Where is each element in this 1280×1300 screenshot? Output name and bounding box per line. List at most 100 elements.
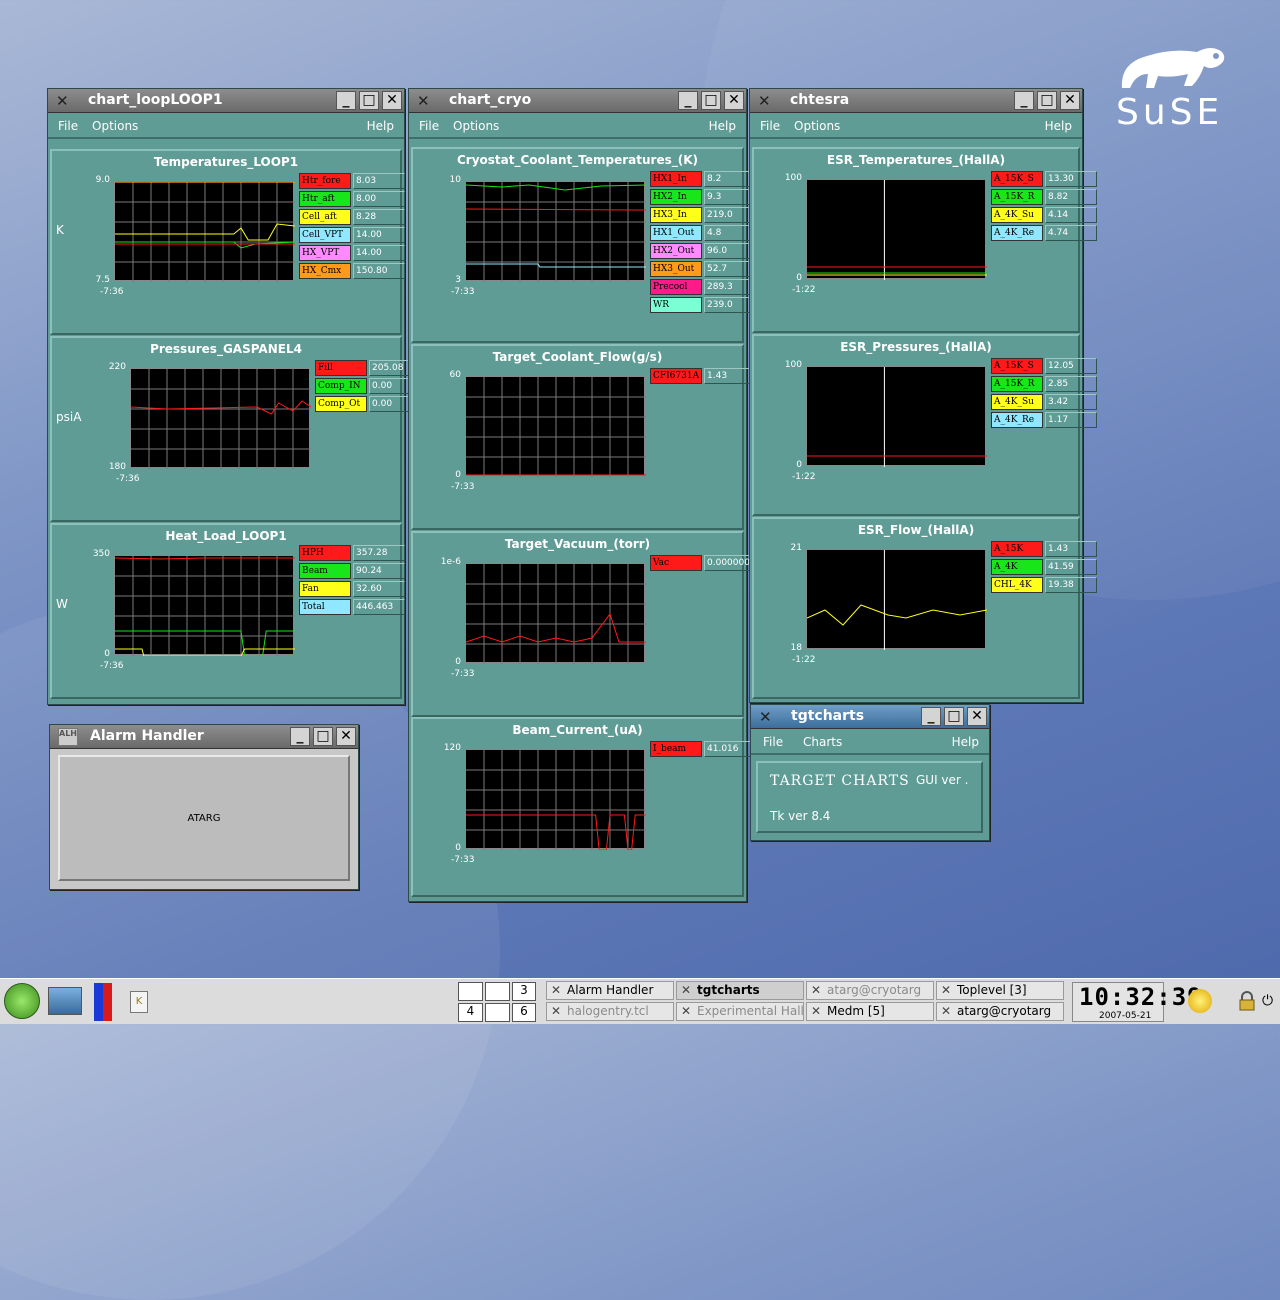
legend-channel-button[interactable]: A_4K_Re	[991, 225, 1043, 241]
legend-channel-button[interactable]: Cell_aft	[299, 209, 351, 225]
close-button[interactable]: ✕	[724, 91, 744, 110]
legend-channel-button[interactable]: HX3_In	[650, 207, 702, 223]
legend-channel-button[interactable]: CHL_4K	[991, 577, 1043, 593]
pager-desktop-6[interactable]: 6	[512, 1003, 536, 1022]
menu-help[interactable]: Help	[1045, 119, 1072, 133]
pager-desktop-5[interactable]	[485, 1003, 510, 1022]
alarm-group-button[interactable]: ATARG	[58, 755, 350, 881]
minimize-button[interactable]: _	[1014, 91, 1034, 110]
legend-channel-button[interactable]: A_15K	[991, 541, 1043, 557]
clock[interactable]: 10:32:39 2007-05-21	[1072, 982, 1202, 1022]
close-button[interactable]: ✕	[382, 91, 402, 110]
menu-charts[interactable]: Charts	[803, 735, 842, 749]
close-button[interactable]: ✕	[1060, 91, 1080, 110]
pager-desktop-2[interactable]	[485, 982, 510, 1001]
pager-desktop-1[interactable]	[458, 982, 483, 1001]
legend-channel-button[interactable]: Htr_fore	[299, 173, 351, 189]
legend-channel-button[interactable]: I_beam	[650, 741, 702, 757]
pager-desktop-3[interactable]: 3	[512, 982, 536, 1001]
system-monitor-icon[interactable]	[94, 983, 112, 1021]
task-atarg-cryotarg-2[interactable]: atarg@cryotarg ✕	[936, 1002, 1064, 1021]
x-window-icon[interactable]: ✕	[759, 708, 781, 726]
minimize-button[interactable]: _	[290, 727, 310, 746]
logout-icon[interactable]: ⏻	[1262, 993, 1276, 1009]
legend-channel-button[interactable]: HX2_In	[650, 189, 702, 205]
maximize-button[interactable]: □	[944, 707, 964, 726]
legend-channel-button[interactable]: CFI6731A	[650, 368, 702, 384]
titlebar[interactable]: ✕ chtesra _ □ ✕	[750, 89, 1082, 113]
plot-area[interactable]	[114, 555, 295, 657]
legend-channel-button[interactable]: Htr_aft	[299, 191, 351, 207]
close-button[interactable]: ✕	[967, 707, 987, 726]
minimize-button[interactable]: _	[921, 707, 941, 726]
task-toplevel[interactable]: Toplevel [3] ✕	[936, 981, 1064, 1000]
menu-help[interactable]: Help	[709, 119, 736, 133]
legend-channel-button[interactable]: HX_VPT	[299, 245, 351, 261]
plot-area[interactable]	[465, 181, 647, 282]
legend-channel-button[interactable]: Comp_IN	[315, 378, 367, 394]
plot-area[interactable]	[465, 563, 646, 664]
menu-options[interactable]: Options	[92, 119, 138, 133]
legend-channel-button[interactable]: HX1_In	[650, 171, 702, 187]
legend-channel-button[interactable]: Comp_Ot	[315, 396, 367, 412]
x-window-icon[interactable]: ✕	[417, 92, 439, 110]
start-menu-icon[interactable]	[4, 983, 40, 1019]
plot-area[interactable]	[806, 366, 987, 467]
titlebar[interactable]: ALH Alarm Handler _ □ ✕	[50, 725, 358, 749]
x-window-icon[interactable]: ✕	[758, 92, 780, 110]
plot-area[interactable]	[465, 376, 646, 477]
legend-channel-button[interactable]: Fill	[315, 360, 367, 376]
konqueror-icon[interactable]: K	[130, 991, 148, 1013]
legend-channel-button[interactable]: A_15K_S	[991, 358, 1043, 374]
lock-icon[interactable]	[1238, 991, 1256, 1011]
task-atarg-cryotarg-1[interactable]: atarg@cryotarg ✕	[806, 981, 934, 1000]
legend-channel-button[interactable]: Beam	[299, 563, 351, 579]
plot-area[interactable]	[465, 749, 646, 851]
legend-channel-button[interactable]: A_15K_R	[991, 376, 1043, 392]
menu-file[interactable]: File	[760, 119, 780, 133]
legend-channel-button[interactable]: Vac	[650, 555, 702, 571]
menu-options[interactable]: Options	[453, 119, 499, 133]
legend-channel-button[interactable]: A_4K_Su	[991, 207, 1043, 223]
close-button[interactable]: ✕	[336, 727, 356, 746]
titlebar[interactable]: ✕ chart_cryo _ □ ✕	[409, 89, 746, 113]
task-alarm-handler[interactable]: Alarm Handler ✕	[546, 981, 674, 1000]
minimize-button[interactable]: _	[336, 91, 356, 110]
task-medm[interactable]: Medm [5] ✕	[806, 1002, 934, 1021]
task-experimental-hall[interactable]: Experimental Hall ✕	[676, 1002, 804, 1021]
maximize-button[interactable]: □	[313, 727, 333, 746]
legend-channel-button[interactable]: HX2_Out	[650, 243, 702, 259]
minimize-button[interactable]: _	[678, 91, 698, 110]
plot-area[interactable]	[114, 181, 296, 282]
legend-channel-button[interactable]: WR	[650, 297, 702, 313]
desktop-preview-icon[interactable]	[48, 987, 82, 1015]
menu-options[interactable]: Options	[794, 119, 840, 133]
titlebar[interactable]: ✕ chart_loopLOOP1 _ □ ✕	[48, 89, 404, 113]
maximize-button[interactable]: □	[359, 91, 379, 110]
plot-area[interactable]	[806, 549, 988, 650]
plot-area[interactable]	[130, 368, 312, 469]
menu-help[interactable]: Help	[367, 119, 394, 133]
update-notifier-icon[interactable]	[1188, 989, 1212, 1013]
x-window-icon[interactable]: ✕	[56, 92, 78, 110]
legend-channel-button[interactable]: A_4K_Re	[991, 412, 1043, 428]
task-halogentry[interactable]: halogentry.tcl ✕	[546, 1002, 674, 1021]
alarm-app-icon[interactable]: ALH	[58, 728, 78, 746]
pager-desktop-4[interactable]: 4	[458, 1003, 483, 1022]
legend-channel-button[interactable]: HPH	[299, 545, 351, 561]
legend-channel-button[interactable]: A_15K_R	[991, 189, 1043, 205]
legend-channel-button[interactable]: A_4K	[991, 559, 1043, 575]
legend-channel-button[interactable]: A_15K_S	[991, 171, 1043, 187]
menu-help[interactable]: Help	[952, 735, 979, 749]
menu-file[interactable]: File	[763, 735, 783, 749]
legend-channel-button[interactable]: Cell_VPT	[299, 227, 351, 243]
legend-channel-button[interactable]: Precool	[650, 279, 702, 295]
legend-channel-button[interactable]: A_4K_Su	[991, 394, 1043, 410]
legend-channel-button[interactable]: HX1_Out	[650, 225, 702, 241]
titlebar[interactable]: ✕ tgtcharts _ □ ✕	[751, 705, 989, 729]
legend-channel-button[interactable]: HX_Cmx	[299, 263, 351, 279]
maximize-button[interactable]: □	[701, 91, 721, 110]
task-tgtcharts[interactable]: tgtcharts ✕	[676, 981, 804, 1000]
legend-channel-button[interactable]: Fan	[299, 581, 351, 597]
menu-file[interactable]: File	[419, 119, 439, 133]
